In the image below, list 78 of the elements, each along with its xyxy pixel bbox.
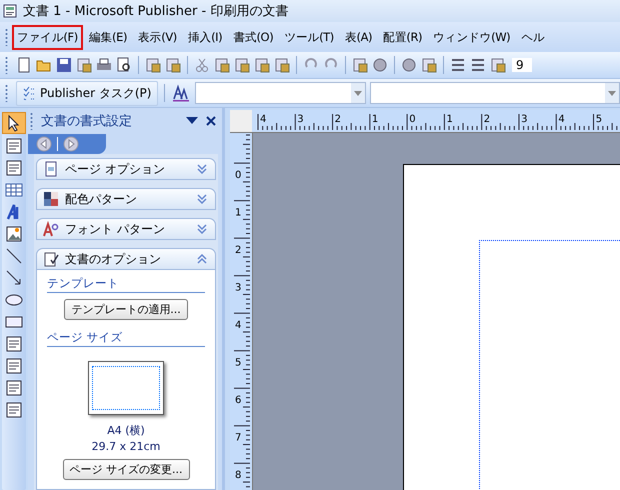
ruler-number: 2	[484, 114, 490, 125]
save-icon[interactable]	[56, 57, 72, 73]
ruler-number: 0	[235, 170, 242, 181]
menu-item[interactable]: 編集(E)	[84, 24, 132, 50]
close-icon[interactable]	[206, 116, 216, 126]
checklist-icon	[22, 86, 35, 100]
cut-icon[interactable]	[194, 57, 210, 73]
menu-item[interactable]: 書式(O)	[228, 24, 278, 50]
styles-icon[interactable]	[171, 84, 192, 102]
section-header[interactable]: フォント パターン	[36, 218, 216, 240]
ruler-number: 4	[235, 320, 242, 331]
section-icon	[43, 191, 59, 207]
publisher-tasks-button[interactable]: Publisher タスク(P)	[16, 80, 158, 106]
section-icon	[43, 251, 59, 267]
expand-icon	[197, 224, 207, 234]
expand-icon	[197, 194, 207, 204]
section-header[interactable]: 配色パターン	[36, 188, 216, 210]
section-icon	[43, 161, 59, 177]
arrow-tool-icon[interactable]	[5, 269, 23, 287]
forward-icon[interactable]	[63, 136, 79, 152]
grip-handle[interactable]	[5, 56, 8, 74]
ruler-number: 5	[235, 358, 242, 368]
font-size-field[interactable]: 9	[512, 58, 532, 72]
new-icon[interactable]	[16, 57, 32, 73]
apply-template-button[interactable]: テンプレートの適用...	[64, 299, 188, 320]
ruler-number: 1	[446, 114, 453, 125]
ruler-number: 4	[558, 114, 565, 125]
menu-item[interactable]: ファイル(F)	[12, 24, 83, 50]
ruler-number: 5	[596, 114, 602, 125]
change-page-size-button[interactable]: ページ サイズの変更...	[62, 459, 190, 480]
ruler-number: 7	[235, 432, 242, 444]
page-size-thumbnail[interactable]	[88, 361, 164, 415]
window-title: 文書 1 - Microsoft Publisher - 印刷用の文書	[23, 3, 288, 20]
section-header[interactable]: 文書のオプション	[36, 248, 216, 270]
ruler-number: 0	[409, 114, 416, 125]
dropdown-arrow-icon	[608, 90, 616, 96]
expand-icon	[197, 164, 207, 174]
ruler-number: 6	[235, 395, 242, 406]
menu-item[interactable]: 配置(R)	[378, 24, 428, 50]
ruler-number: 4	[260, 114, 266, 125]
preview-icon[interactable]	[116, 57, 132, 73]
ruler-number: 1	[372, 114, 378, 125]
grip-handle[interactable]	[30, 112, 33, 130]
ruler-number: 2	[334, 114, 341, 125]
ruler-number: 3	[235, 282, 242, 294]
ruler-number: 8	[235, 470, 242, 481]
menu-item[interactable]: ヘル	[516, 24, 550, 50]
page-size-dimensions: 29.7 x 21cm	[90, 441, 162, 453]
ruler-number: 2	[235, 245, 242, 256]
picture-tool-icon[interactable]	[5, 225, 23, 243]
print-icon[interactable]	[96, 57, 112, 73]
section-icon	[43, 221, 59, 237]
horizontal-ruler[interactable]: 4 3 2 1 0 1 2 3 4 5	[252, 110, 620, 132]
dropdown-arrow-icon	[354, 90, 362, 96]
menu-item[interactable]: 挿入(I)	[182, 24, 228, 50]
align-icon[interactable]	[470, 57, 486, 73]
grip-handle[interactable]	[5, 84, 8, 102]
columns-icon[interactable]	[450, 57, 466, 73]
menu-item[interactable]: 表(A)	[340, 24, 378, 50]
ruler-number: 3	[521, 114, 528, 125]
grip-handle[interactable]	[5, 28, 8, 46]
menu-item[interactable]: ツール(T)	[279, 24, 339, 50]
section-header[interactable]: ページ オプション	[36, 158, 216, 180]
menu-item[interactable]: ウィンドウ(W)	[428, 24, 516, 50]
vertical-ruler[interactable]: 0 1 2 3 4 5 6 7 8	[230, 133, 252, 490]
page-size-name: A4 (横)	[106, 425, 146, 437]
line-tool-icon[interactable]	[5, 247, 23, 265]
section-heading: ページ サイズ	[47, 330, 205, 347]
dropdown-arrow-icon[interactable]	[186, 117, 198, 125]
ruler-number: 1	[235, 208, 242, 218]
collapse-icon	[197, 254, 207, 264]
publisher-app-icon	[3, 3, 19, 19]
task-pane-title: 文書の書式設定	[41, 113, 133, 130]
back-icon[interactable]	[36, 136, 52, 152]
ruler-number: 3	[297, 114, 304, 125]
menu-item[interactable]: 表示(V)	[133, 24, 182, 50]
section-heading: テンプレート	[47, 276, 205, 293]
table-tool-icon[interactable]	[5, 181, 23, 199]
